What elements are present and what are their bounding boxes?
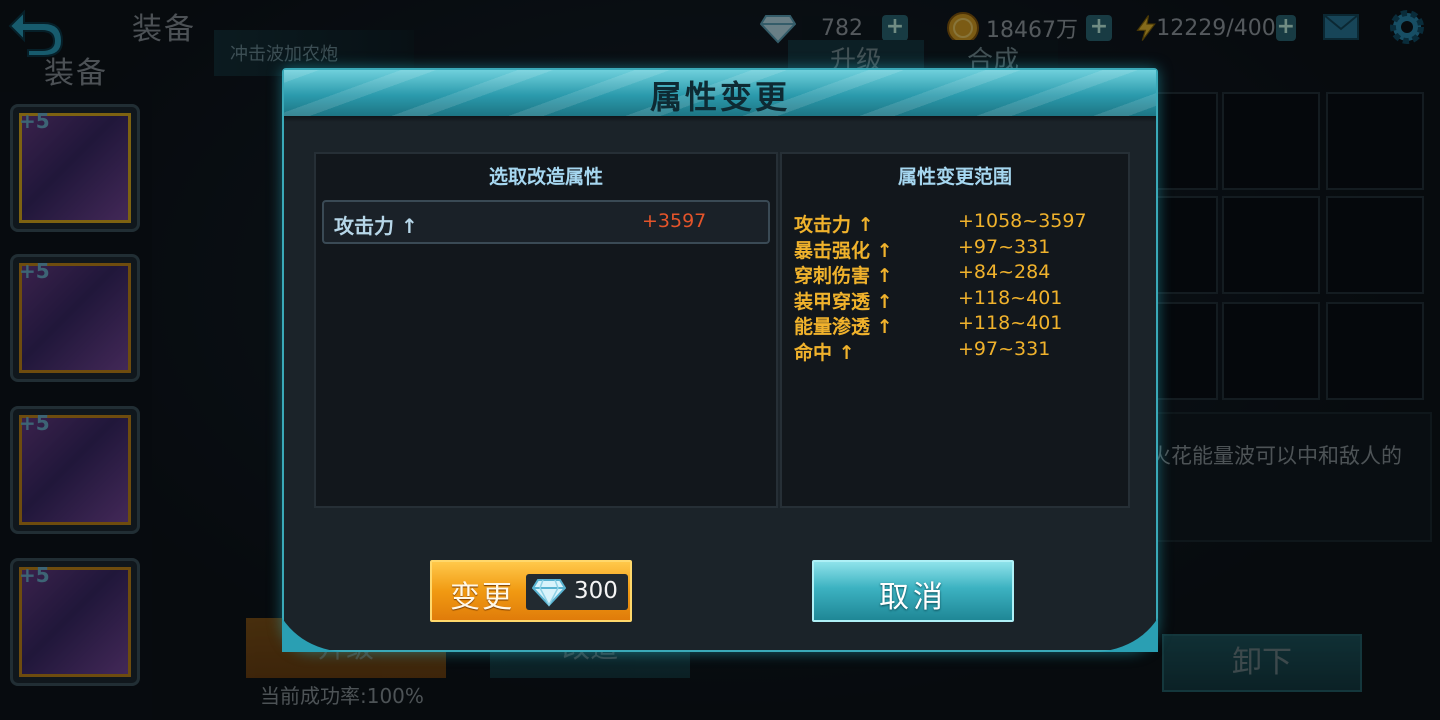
range-value: +97~331: [958, 337, 1051, 360]
range-item: 能量渗透 ↑ +118~401: [794, 312, 1124, 338]
selected-attribute-row[interactable]: 攻击力 ↑ +3597: [322, 200, 770, 244]
attribute-change-dialog: 属性变更 选取改造属性 攻击力 ↑ +3597 属性变更范围 攻击力 ↑ +10…: [282, 68, 1158, 652]
select-attribute-panel: 选取改造属性 攻击力 ↑ +3597: [314, 152, 778, 508]
dialog-corner-decoration: [1098, 618, 1158, 652]
dialog-header: 属性变更: [284, 70, 1156, 116]
range-value: +84~284: [958, 261, 1051, 283]
range-item: 装甲穿透 ↑ +118~401: [794, 287, 1124, 313]
cancel-button[interactable]: 取消: [812, 560, 1014, 622]
range-attribute-name: 攻击力 ↑: [794, 214, 874, 236]
header-divider: [284, 116, 1156, 122]
range-attribute-name: 命中 ↑: [794, 341, 855, 364]
range-value: +118~401: [958, 312, 1063, 334]
change-button-label: 变更: [450, 580, 514, 615]
range-value: +1058~3597: [958, 210, 1087, 232]
range-item: 暴击强化 ↑ +97~331: [794, 236, 1124, 262]
change-button[interactable]: 变更 300: [430, 560, 632, 622]
range-item: 攻击力 ↑ +1058~3597: [794, 210, 1124, 236]
change-cost: 300: [526, 574, 628, 610]
range-item: 穿刺伤害 ↑ +84~284: [794, 261, 1124, 287]
attribute-name: 攻击力 ↑: [334, 214, 418, 238]
attribute-range-header: 属性变更范围: [897, 166, 1012, 188]
cancel-button-label: 取消: [879, 580, 947, 615]
attribute-value: +3597: [642, 210, 707, 232]
range-value: +118~401: [958, 286, 1063, 309]
change-cost-value: 300: [574, 578, 618, 604]
range-attribute-name: 穿刺伤害 ↑: [794, 265, 893, 287]
range-attribute-name: 能量渗透 ↑: [794, 316, 893, 338]
range-list: 攻击力 ↑ +1058~3597 暴击强化 ↑ +97~331 穿刺伤害 ↑ +…: [794, 210, 1124, 364]
dialog-corner-decoration: [282, 618, 342, 652]
diamond-icon: [532, 579, 566, 607]
range-attribute-name: 装甲穿透 ↑: [794, 290, 893, 313]
select-attribute-header: 选取改造属性: [488, 166, 603, 188]
range-item: 命中 ↑ +97~331: [794, 338, 1124, 364]
dialog-title: 属性变更: [649, 78, 790, 116]
attribute-range-panel: 属性变更范围 攻击力 ↑ +1058~3597 暴击强化 ↑ +97~331 穿…: [780, 152, 1130, 508]
range-value: +97~331: [958, 235, 1051, 258]
range-attribute-name: 暴击强化 ↑: [794, 239, 893, 262]
